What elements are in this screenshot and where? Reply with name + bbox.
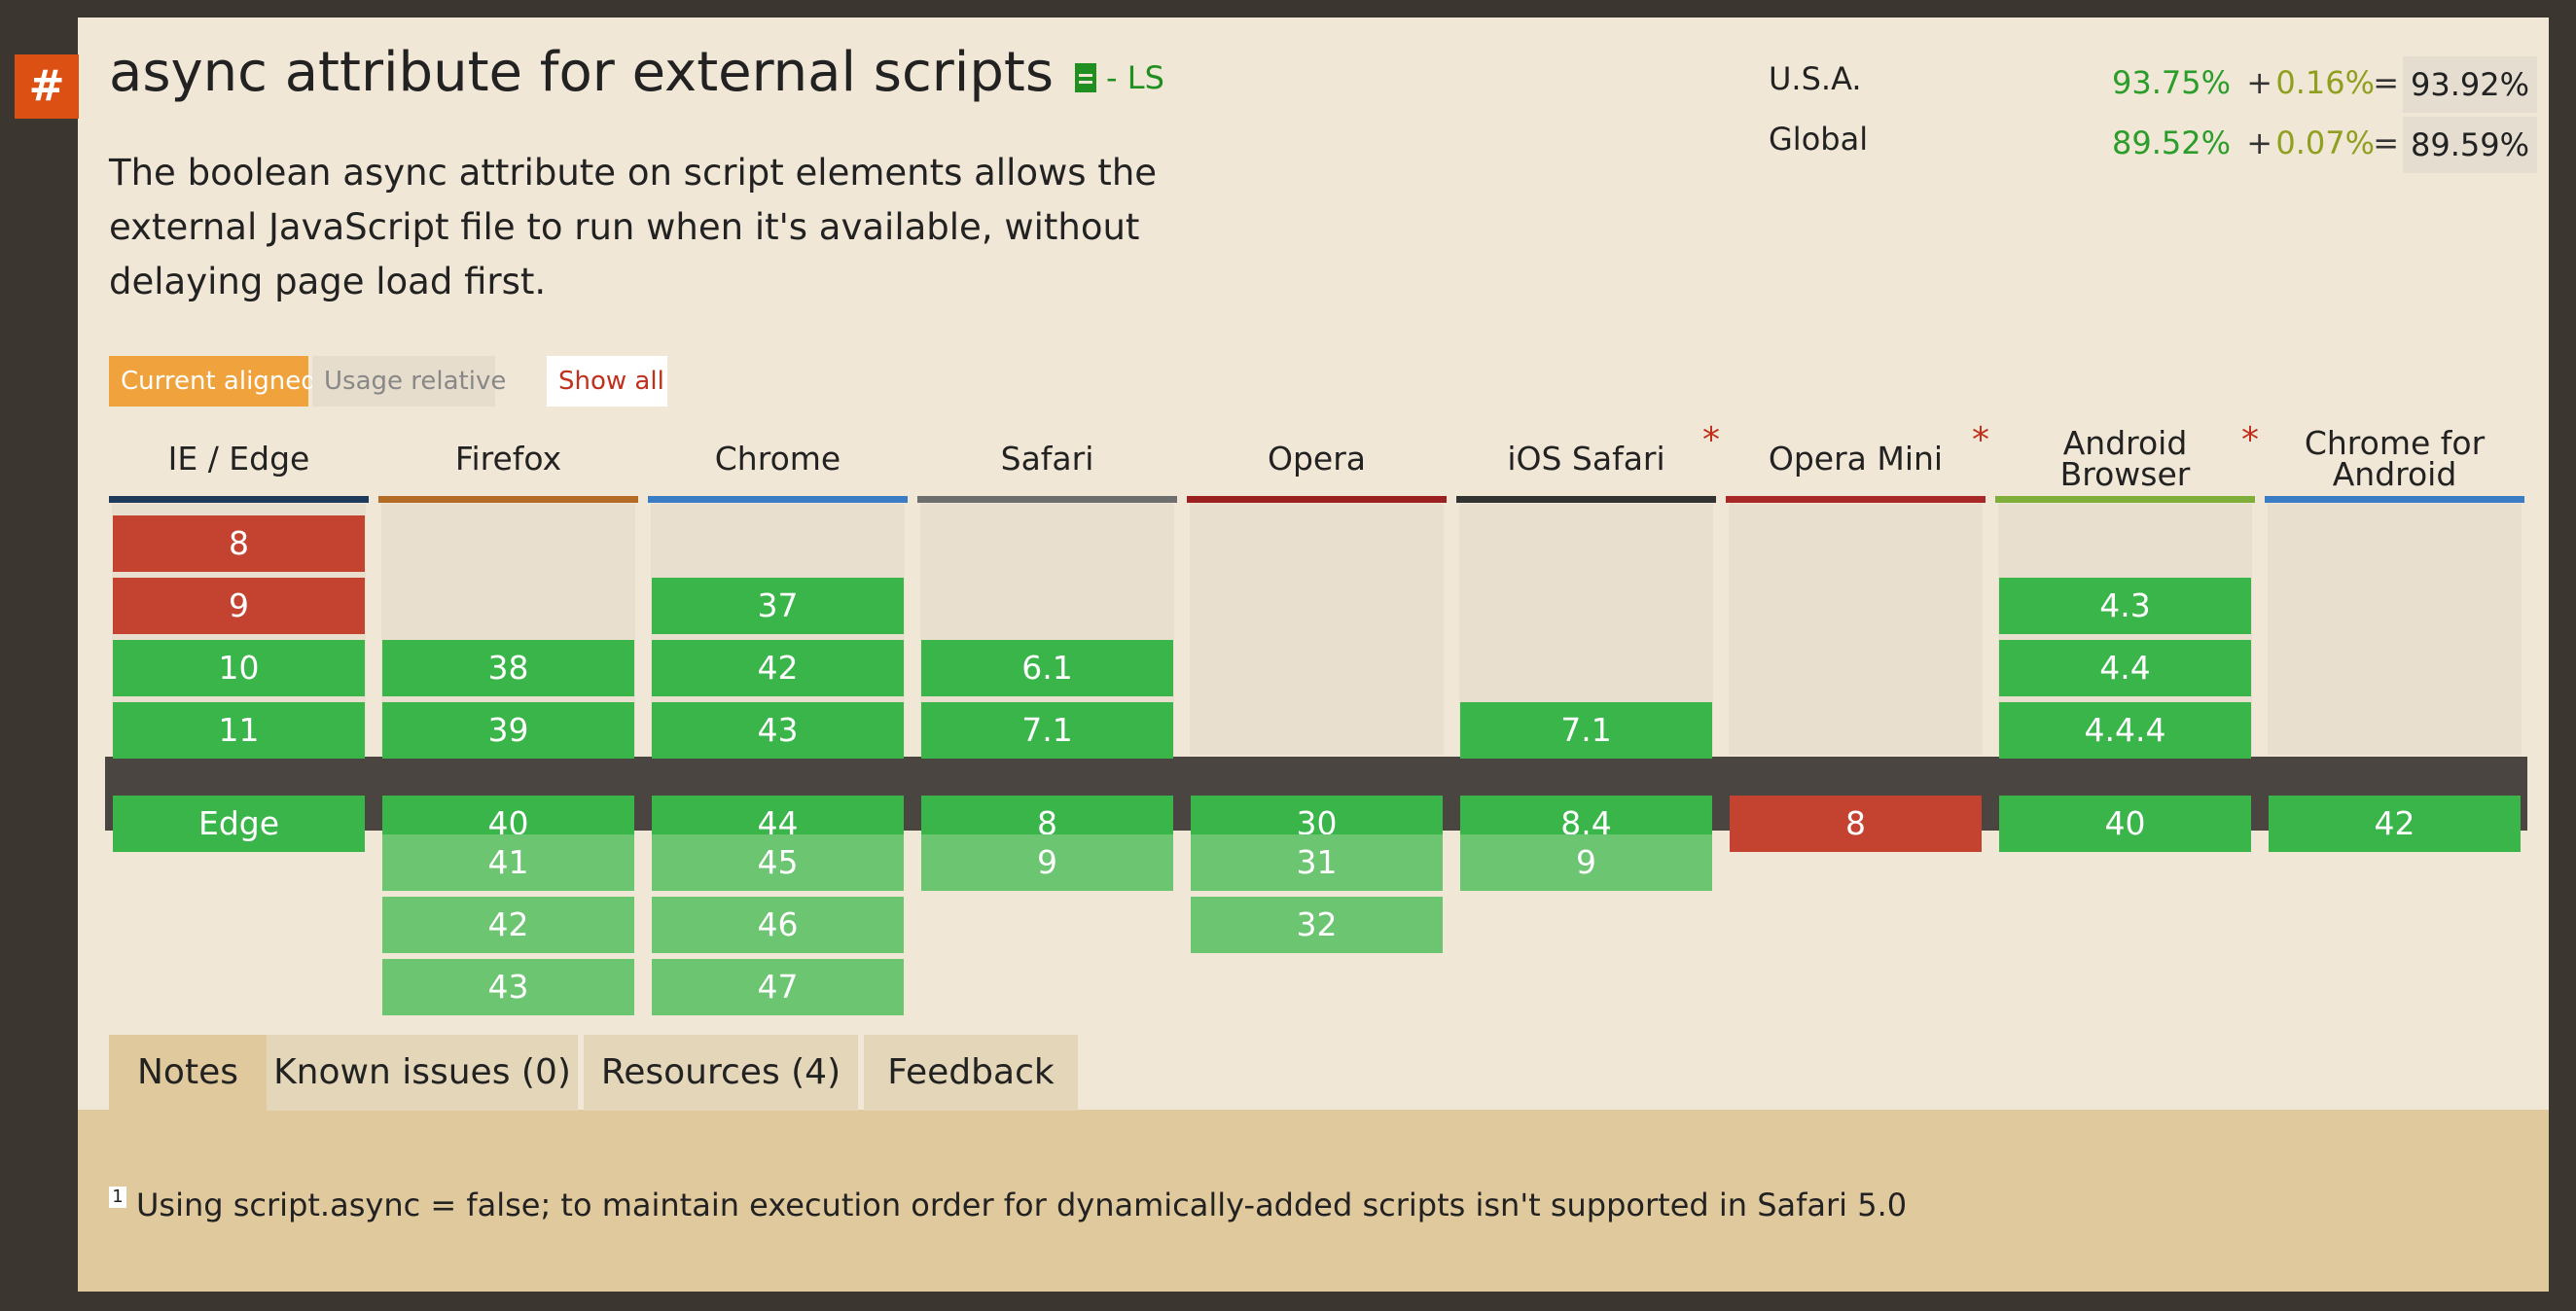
browser-column-android-browser: Android Browser * 4.3 4.4 4.4.4 40 xyxy=(1995,418,2259,1021)
browser-color-bar xyxy=(1995,496,2255,503)
region-label: Global xyxy=(1769,121,1869,158)
region-label: U.S.A. xyxy=(1769,60,1862,97)
future-version-cell[interactable]: 31 xyxy=(1191,834,1443,891)
note-item: 1 Using script.async = false; to maintain… xyxy=(109,1187,1907,1223)
usage-stats: U.S.A. 93.75% + 0.16% = 93.92% Global 89… xyxy=(1769,56,2537,177)
future-version-cell[interactable]: 43 xyxy=(382,959,634,1015)
version-cell[interactable]: 11 xyxy=(113,702,365,759)
plus-sign: + xyxy=(2246,64,2272,101)
version-cell[interactable]: 37 xyxy=(652,578,904,634)
future-version-cell[interactable]: 45 xyxy=(652,834,904,891)
past-versions-area xyxy=(2268,504,2522,755)
browser-color-bar xyxy=(2265,496,2524,503)
browser-column-ios-safari: iOS Safari * 7.1 8.4 9 xyxy=(1456,418,1720,1021)
feature-description: The boolean async attribute on script el… xyxy=(109,152,1158,302)
tab-known-issues[interactable]: Known issues (0) xyxy=(267,1035,578,1111)
feature-title-row: async attribute for external scripts - L… xyxy=(109,41,1164,104)
equals-sign: = xyxy=(2373,124,2399,161)
future-version-cell[interactable]: 9 xyxy=(1460,834,1712,891)
current-version-cell[interactable]: 42 xyxy=(2269,796,2521,852)
spec-status-link[interactable]: - LS xyxy=(1069,59,1164,96)
browser-color-bar xyxy=(917,496,1177,503)
note-asterisk-icon: * xyxy=(1972,420,1989,460)
browser-column-opera-mini: Opera Mini * 8 xyxy=(1726,418,1989,1021)
note-number: 1 xyxy=(109,1187,126,1208)
supported-percent: 93.75% xyxy=(2111,64,2231,101)
future-version-cell[interactable]: 32 xyxy=(1191,897,1443,953)
version-cell[interactable]: 39 xyxy=(382,702,634,759)
version-cell[interactable]: 42 xyxy=(652,640,904,696)
version-cell[interactable]: 4.3 xyxy=(1999,578,2251,634)
current-version-cell[interactable]: 8 xyxy=(1730,796,1982,852)
partial-percent: 0.16% xyxy=(2275,64,2375,101)
note-text: Using script.async = false; to maintain … xyxy=(136,1187,1908,1223)
version-cell[interactable]: 6.1 xyxy=(921,640,1173,696)
version-cell[interactable]: 10 xyxy=(113,640,365,696)
browser-name: Firefox xyxy=(454,440,562,478)
browser-color-bar xyxy=(378,496,638,503)
version-cell[interactable]: 43 xyxy=(652,702,904,759)
total-percent: 93.92% xyxy=(2403,56,2537,113)
version-cell[interactable]: 38 xyxy=(382,640,634,696)
note-asterisk-icon: * xyxy=(2241,420,2259,460)
version-cell[interactable]: 9 xyxy=(113,578,365,634)
browser-column-safari: Safari 6.1 7.1 8 9 xyxy=(917,418,1177,1021)
version-cell[interactable]: 7.1 xyxy=(921,702,1173,759)
browser-name: Android Browser xyxy=(2059,424,2191,493)
current-aligned-button[interactable]: Current aligned xyxy=(109,356,317,407)
browser-name: iOS Safari xyxy=(1507,440,1665,478)
past-versions-area xyxy=(1729,504,1983,755)
future-version-cell[interactable]: 46 xyxy=(652,897,904,953)
browser-column-firefox: Firefox 38 39 40 41 42 43 xyxy=(378,418,638,1021)
spec-status: - LS xyxy=(1106,58,1164,96)
browser-name: Opera xyxy=(1267,440,1366,478)
current-version-cell[interactable]: Edge xyxy=(113,796,365,852)
browser-color-bar xyxy=(1726,496,1986,503)
version-cell[interactable]: 7.1 xyxy=(1460,702,1712,759)
browser-name: Chrome xyxy=(714,440,841,478)
document-icon xyxy=(1075,62,1097,92)
current-version-cell[interactable]: 40 xyxy=(1999,796,2251,852)
browser-name: Opera Mini xyxy=(1768,440,1944,478)
browser-column-chrome-for-android: Chrome for Android 42 xyxy=(2265,418,2524,1021)
usage-relative-button[interactable]: Usage relative xyxy=(312,356,506,407)
browser-column-opera: Opera 30 31 32 xyxy=(1187,418,1447,1021)
future-version-cell[interactable]: 41 xyxy=(382,834,634,891)
browser-column-ie-edge: IE / Edge 8 9 10 11 Edge xyxy=(109,418,369,1021)
equals-sign: = xyxy=(2373,64,2399,101)
feature-anchor-link[interactable]: # xyxy=(15,54,79,119)
tab-feedback[interactable]: Feedback xyxy=(864,1035,1078,1111)
future-version-cell[interactable]: 9 xyxy=(921,834,1173,891)
browser-name: IE / Edge xyxy=(167,440,310,478)
browser-color-bar xyxy=(1187,496,1447,503)
browser-column-chrome: Chrome 37 42 43 44 45 46 47 xyxy=(648,418,908,1021)
browser-color-bar xyxy=(648,496,908,503)
browser-color-bar xyxy=(109,496,369,503)
version-cell[interactable]: 8 xyxy=(113,515,365,572)
usage-row-global: Global 89.52% + 0.07% = 89.59% xyxy=(1769,117,2537,177)
feature-title: async attribute for external scripts xyxy=(109,41,1055,104)
total-percent: 89.59% xyxy=(2403,117,2537,173)
future-version-cell[interactable]: 42 xyxy=(382,897,634,953)
plus-sign: + xyxy=(2246,124,2272,161)
tab-resources[interactable]: Resources (4) xyxy=(584,1035,858,1111)
future-version-cell[interactable]: 47 xyxy=(652,959,904,1015)
version-cell[interactable]: 4.4 xyxy=(1999,640,2251,696)
version-cell[interactable]: 4.4.4 xyxy=(1999,702,2251,759)
browser-name: Chrome for Android xyxy=(2304,424,2486,493)
tab-notes[interactable]: Notes xyxy=(109,1035,267,1111)
browser-color-bar xyxy=(1456,496,1716,503)
supported-percent: 89.52% xyxy=(2111,124,2231,161)
show-all-button[interactable]: Show all xyxy=(547,356,667,407)
past-versions-area xyxy=(1190,504,1444,755)
usage-row-usa: U.S.A. 93.75% + 0.16% = 93.92% xyxy=(1769,56,2537,117)
browser-name: Safari xyxy=(1000,440,1094,478)
partial-percent: 0.07% xyxy=(2275,124,2375,161)
note-asterisk-icon: * xyxy=(1702,420,1720,460)
